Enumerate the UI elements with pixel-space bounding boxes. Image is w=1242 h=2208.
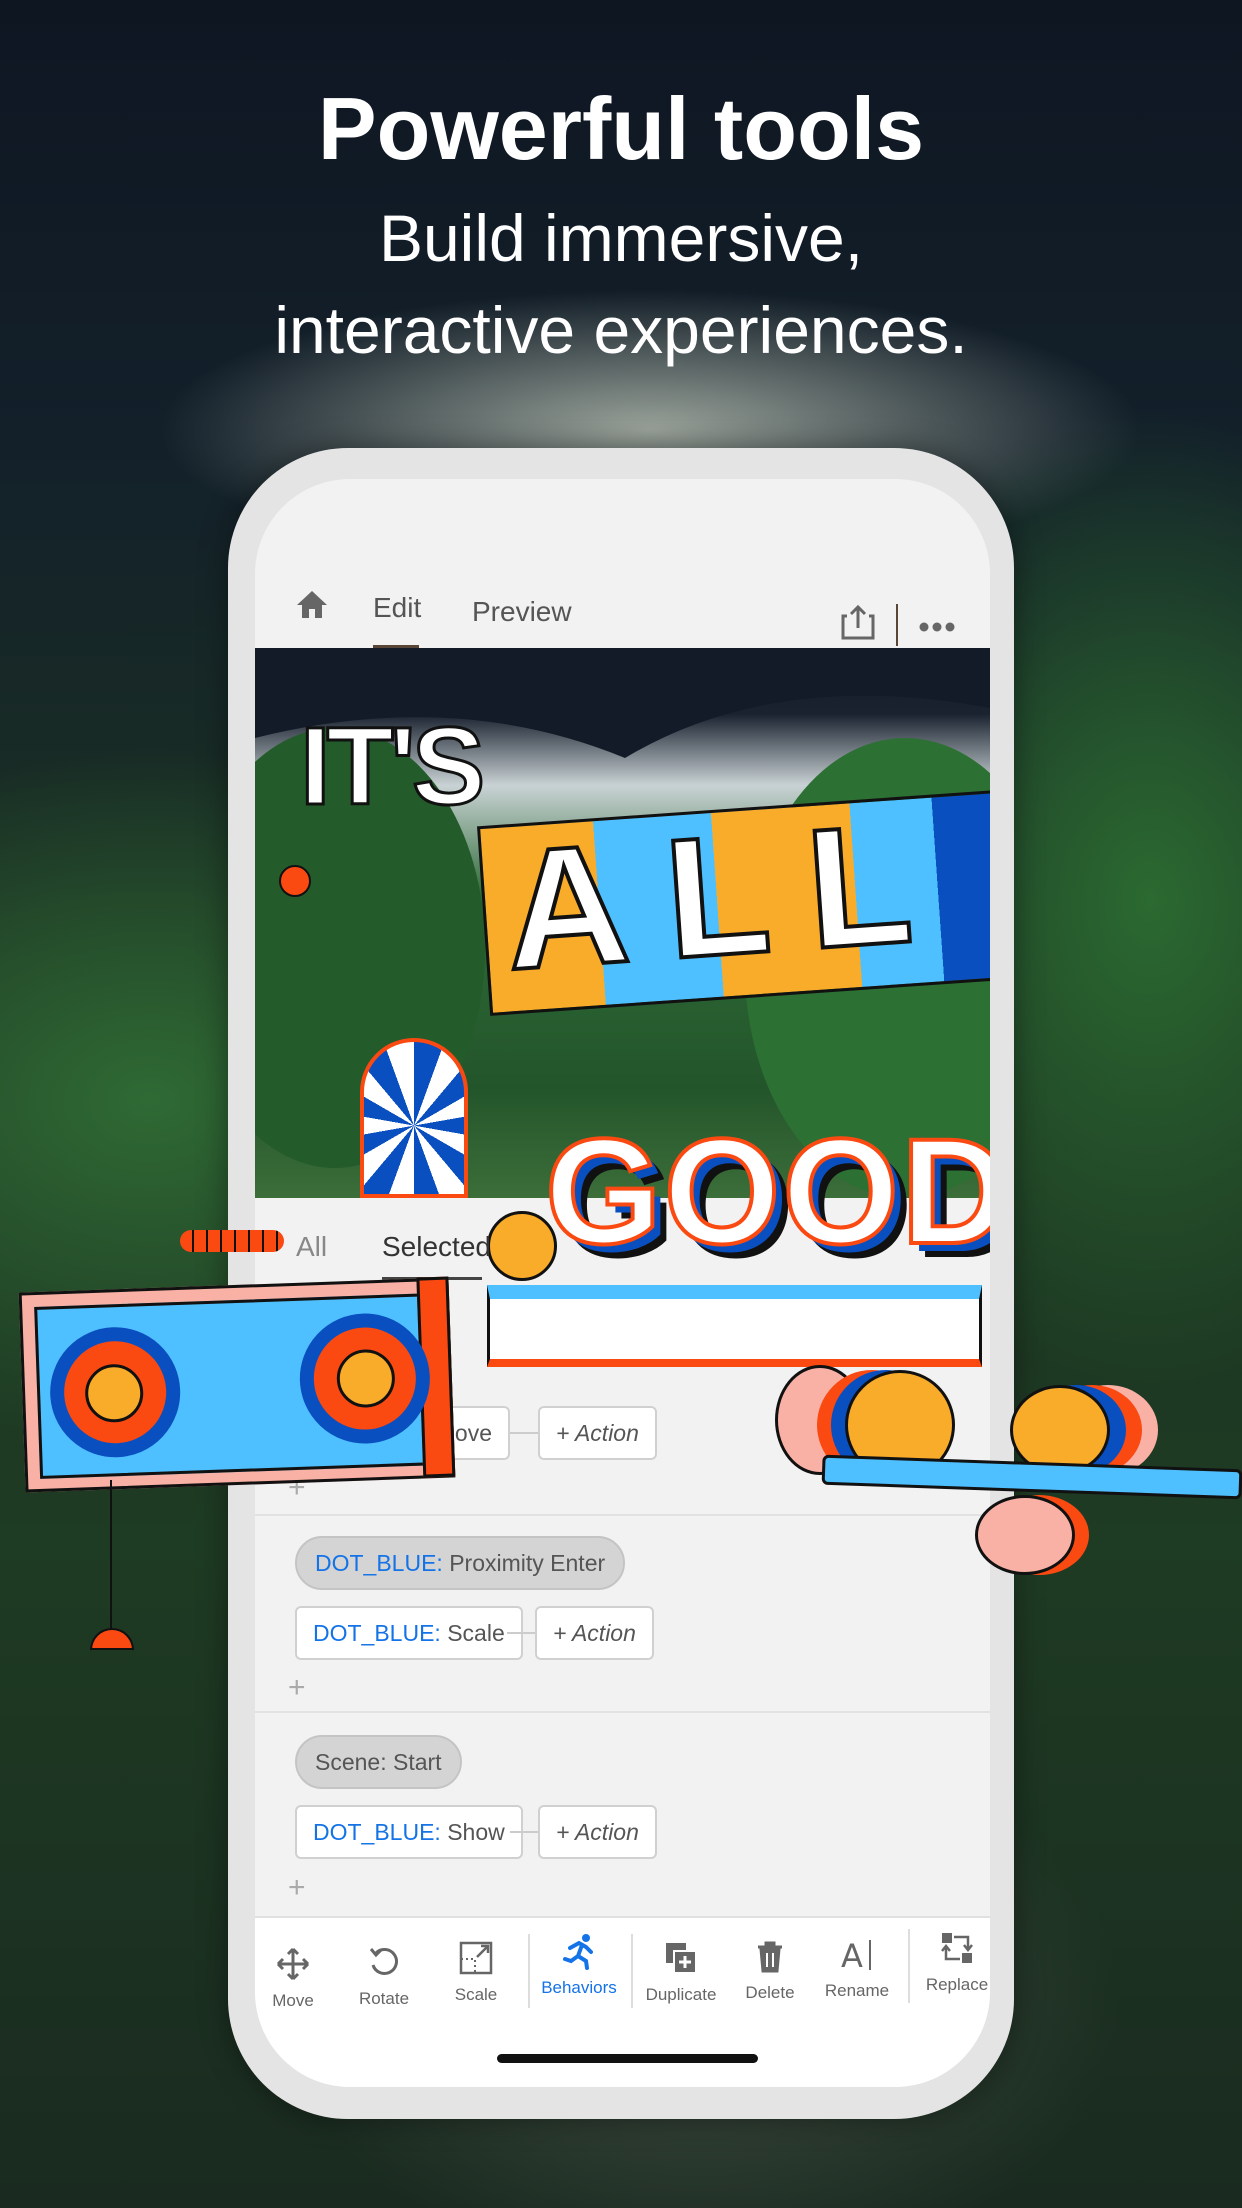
duplicate-icon bbox=[666, 1943, 697, 1974]
add-action-button[interactable]: + Action bbox=[535, 1606, 654, 1660]
tab-preview[interactable]: Preview bbox=[472, 596, 572, 628]
tool-label: Duplicate bbox=[645, 1985, 717, 2004]
home-icon[interactable] bbox=[295, 589, 329, 624]
trigger-label: Proximity Enter bbox=[449, 1550, 606, 1576]
home-indicator bbox=[497, 2054, 758, 2063]
rotate-icon bbox=[369, 1948, 398, 1975]
tab-edit[interactable]: Edit bbox=[373, 592, 421, 624]
artwork-sign-base bbox=[487, 1285, 982, 1367]
share-icon[interactable] bbox=[841, 604, 875, 645]
more-icon[interactable] bbox=[919, 619, 955, 637]
tool-label: Replace bbox=[925, 1975, 989, 1994]
ball-sticker bbox=[975, 1495, 1075, 1575]
tool-rotate[interactable]: Rotate bbox=[334, 1945, 434, 2009]
add-action-button[interactable]: + Action bbox=[538, 1805, 657, 1859]
replace-icon bbox=[941, 1933, 973, 1963]
tool-duplicate[interactable]: Duplicate bbox=[631, 1941, 731, 2005]
artwork-good[interactable]: GOOD bbox=[543, 1105, 990, 1278]
tool-label: Delete bbox=[745, 1983, 795, 2002]
artwork-its[interactable]: IT'S bbox=[298, 703, 486, 830]
action-label: Show bbox=[447, 1819, 505, 1845]
nav-divider bbox=[896, 604, 898, 646]
headline-subtitle-1: Build immersive, bbox=[378, 201, 864, 275]
add-behavior-button[interactable]: + bbox=[288, 1871, 306, 1905]
tool-behaviors[interactable]: Behaviors bbox=[529, 1934, 629, 1998]
scale-icon bbox=[459, 1941, 493, 1975]
behaviors-icon bbox=[563, 1934, 593, 1970]
move-icon bbox=[276, 1947, 310, 1981]
boombox-stand bbox=[110, 1480, 112, 1630]
connector bbox=[507, 1632, 535, 1634]
boombox-foot bbox=[90, 1628, 134, 1650]
tool-label: Move bbox=[272, 1991, 314, 2010]
add-behavior-button[interactable]: + bbox=[288, 1671, 306, 1705]
headline-title: Powerful tools bbox=[317, 79, 925, 178]
behavior-action[interactable]: DOT_BLUE: Show bbox=[295, 1805, 523, 1859]
add-action-button[interactable]: + Action bbox=[538, 1406, 657, 1460]
delete-icon bbox=[758, 1941, 782, 1973]
tool-replace[interactable]: Replace bbox=[907, 1931, 990, 1995]
tool-label: Scale bbox=[454, 1985, 498, 2004]
divider bbox=[255, 1711, 990, 1713]
behavior-action[interactable]: DOT_BLUE: Scale bbox=[295, 1606, 523, 1660]
svg-text:A: A bbox=[841, 1937, 863, 1973]
artwork-arch[interactable] bbox=[360, 1038, 468, 1198]
rename-icon: A bbox=[841, 1937, 871, 1973]
filter-tab-selected[interactable]: Selected bbox=[382, 1231, 491, 1263]
action-label: Scale bbox=[447, 1620, 505, 1646]
artwork-all[interactable]: ALL bbox=[497, 783, 958, 1010]
behavior-trigger[interactable]: DOT_BLUE: Proximity Enter bbox=[295, 1536, 626, 1590]
tool-scale[interactable]: Scale bbox=[426, 1941, 526, 2005]
divider bbox=[255, 1514, 990, 1516]
smiley-icon bbox=[487, 1211, 557, 1281]
tool-label: Rename bbox=[824, 1981, 890, 2000]
connector bbox=[510, 1432, 538, 1434]
connector bbox=[510, 1831, 538, 1833]
tool-delete[interactable]: Delete bbox=[720, 1939, 820, 2003]
action-target: DOT_BLUE: bbox=[313, 1620, 441, 1646]
tool-label: Behaviors bbox=[541, 1978, 617, 1997]
tool-move[interactable]: Move bbox=[255, 1947, 343, 2011]
headline-subtitle-2: interactive experiences. bbox=[274, 293, 968, 367]
action-target: DOT_BLUE: bbox=[313, 1819, 441, 1845]
boombox-antenna-coil bbox=[180, 1230, 284, 1252]
boombox-sticker[interactable] bbox=[18, 1276, 456, 1493]
filter-tab-all[interactable]: All bbox=[296, 1231, 327, 1263]
behavior-trigger[interactable]: Scene: Start bbox=[295, 1735, 462, 1789]
tool-rename[interactable]: A Rename bbox=[807, 1937, 907, 2001]
trigger-target: DOT_BLUE: bbox=[315, 1550, 443, 1576]
tool-label: Rotate bbox=[358, 1989, 410, 2008]
